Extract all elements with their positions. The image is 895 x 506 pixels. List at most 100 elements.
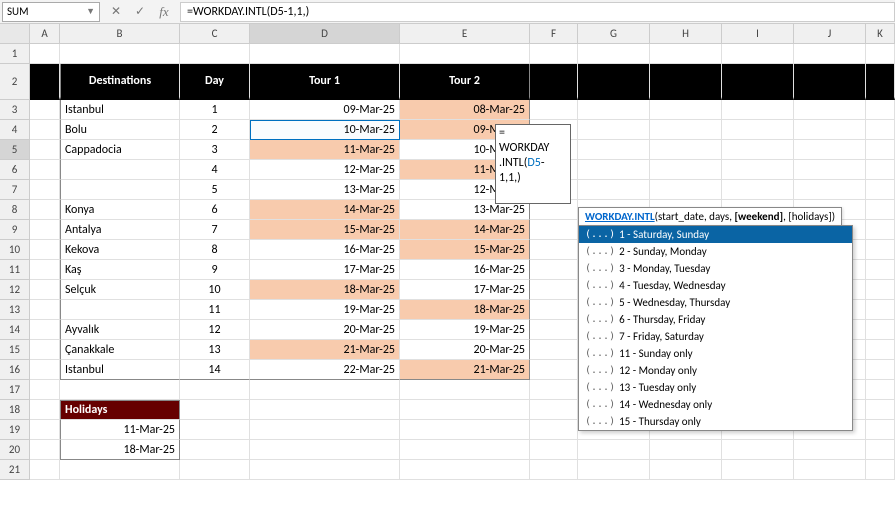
cell[interactable]: 13-Mar-25 xyxy=(250,180,400,200)
cell[interactable] xyxy=(794,120,866,140)
cell[interactable] xyxy=(30,220,60,240)
col-header-h[interactable]: H xyxy=(650,24,722,43)
cell[interactable] xyxy=(794,440,866,460)
cell[interactable] xyxy=(722,180,794,200)
cell[interactable] xyxy=(530,400,578,420)
col-header-c[interactable]: C xyxy=(180,24,250,43)
cell[interactable] xyxy=(722,460,794,480)
cell[interactable] xyxy=(578,100,650,120)
cell[interactable] xyxy=(30,160,60,180)
cell[interactable]: 16-Mar-25 xyxy=(400,260,530,280)
cell[interactable]: 11-Mar-25 xyxy=(60,420,180,440)
cell[interactable] xyxy=(30,340,60,360)
col-header-e[interactable]: E xyxy=(400,24,530,43)
cell[interactable] xyxy=(866,200,895,220)
cell[interactable] xyxy=(530,64,578,100)
cell[interactable] xyxy=(530,100,578,120)
cell[interactable]: 08-Mar-25 xyxy=(400,100,530,120)
row-header[interactable]: 17 xyxy=(0,380,30,400)
cell[interactable] xyxy=(250,440,400,460)
cell[interactable] xyxy=(866,240,895,260)
cell[interactable] xyxy=(400,460,530,480)
col-header-f[interactable]: F xyxy=(530,24,578,43)
cell[interactable] xyxy=(866,420,895,440)
cell[interactable] xyxy=(400,440,530,460)
cell[interactable]: Holidays xyxy=(60,400,180,420)
cell[interactable]: 2 xyxy=(180,120,250,140)
cell[interactable]: Çanakkale xyxy=(60,340,180,360)
cell[interactable] xyxy=(530,320,578,340)
cell[interactable] xyxy=(650,44,722,64)
cell[interactable] xyxy=(866,100,895,120)
cell[interactable]: 21-Mar-25 xyxy=(400,360,530,380)
dropdown-item[interactable]: (...)1 - Saturday, Sunday xyxy=(579,226,852,243)
cell[interactable] xyxy=(866,400,895,420)
dropdown-item[interactable]: (...)11 - Sunday only xyxy=(579,345,852,362)
cell[interactable]: 5 xyxy=(180,180,250,200)
cell[interactable] xyxy=(650,120,722,140)
cell[interactable] xyxy=(866,140,895,160)
cell[interactable] xyxy=(180,420,250,440)
cell[interactable]: 14-Mar-25 xyxy=(400,220,530,240)
dropdown-item[interactable]: (...)2 - Sunday, Monday xyxy=(579,243,852,260)
row-header[interactable]: 21 xyxy=(0,460,30,480)
cell[interactable]: 17-Mar-25 xyxy=(250,260,400,280)
cell[interactable] xyxy=(400,420,530,440)
cell[interactable]: Bolu xyxy=(60,120,180,140)
cell[interactable]: Tour 2 xyxy=(400,64,530,100)
cell[interactable]: 1 xyxy=(180,100,250,120)
dropdown-item[interactable]: (...)13 - Tuesday only xyxy=(579,379,852,396)
row-header[interactable]: 16 xyxy=(0,360,30,380)
cell[interactable] xyxy=(30,320,60,340)
cell[interactable]: Antalya xyxy=(60,220,180,240)
cell[interactable]: 14-Mar-25 xyxy=(250,200,400,220)
cell[interactable] xyxy=(866,180,895,200)
cell[interactable] xyxy=(250,420,400,440)
cell[interactable] xyxy=(30,420,60,440)
col-header-g[interactable]: G xyxy=(578,24,650,43)
cell[interactable]: Day xyxy=(180,64,250,100)
select-all-corner[interactable] xyxy=(0,24,30,43)
cell[interactable] xyxy=(794,180,866,200)
cell[interactable] xyxy=(722,140,794,160)
cell[interactable] xyxy=(400,44,530,64)
cell[interactable] xyxy=(722,100,794,120)
tooltip-fn-link[interactable]: WORKDAY.INTL xyxy=(585,210,655,223)
cell[interactable] xyxy=(530,240,578,260)
cell[interactable]: 12 xyxy=(180,320,250,340)
cell[interactable] xyxy=(180,44,250,64)
cell[interactable]: 7 xyxy=(180,220,250,240)
cell[interactable] xyxy=(722,160,794,180)
cell[interactable] xyxy=(578,460,650,480)
cell[interactable] xyxy=(722,440,794,460)
cell[interactable] xyxy=(30,440,60,460)
row-header[interactable]: 6 xyxy=(0,160,30,180)
cell[interactable]: 20-Mar-25 xyxy=(250,320,400,340)
cell[interactable] xyxy=(866,160,895,180)
cell[interactable] xyxy=(30,200,60,220)
col-header-a[interactable]: A xyxy=(30,24,60,43)
row-header[interactable]: 11 xyxy=(0,260,30,280)
name-box[interactable]: SUM ▼ xyxy=(2,2,100,22)
row-header[interactable]: 1 xyxy=(0,44,30,64)
row-header[interactable]: 15 xyxy=(0,340,30,360)
cell[interactable] xyxy=(578,120,650,140)
col-header-b[interactable]: B xyxy=(60,24,180,43)
cell[interactable] xyxy=(530,420,578,440)
cell[interactable]: 12-Mar-25 xyxy=(250,160,400,180)
cell[interactable] xyxy=(866,300,895,320)
cell[interactable] xyxy=(400,380,530,400)
cell[interactable] xyxy=(794,44,866,64)
cell[interactable] xyxy=(30,300,60,320)
cell[interactable] xyxy=(722,44,794,64)
cell[interactable] xyxy=(30,380,60,400)
row-header[interactable]: 7 xyxy=(0,180,30,200)
cell[interactable] xyxy=(650,180,722,200)
row-header[interactable]: 4 xyxy=(0,120,30,140)
cell[interactable] xyxy=(60,180,180,200)
cell[interactable] xyxy=(794,460,866,480)
cell[interactable] xyxy=(60,380,180,400)
cell[interactable]: 18-Mar-25 xyxy=(400,300,530,320)
cell[interactable] xyxy=(578,160,650,180)
cell[interactable] xyxy=(30,460,60,480)
